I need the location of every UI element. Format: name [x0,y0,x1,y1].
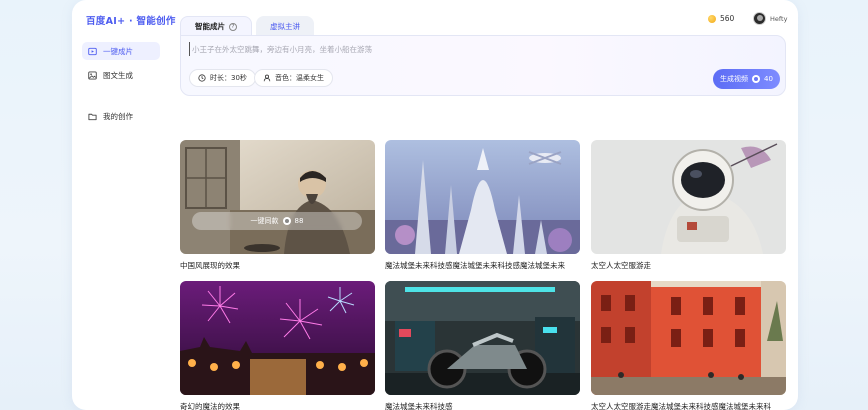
card-caption: 魔法城堡未来科技感 [385,402,453,410]
tab-virtual-presenter[interactable]: 虚拟主讲 [256,16,314,36]
card-thumbnail-magic-castle [385,140,580,254]
card-caption: 中国风展现的效果 [180,261,240,270]
prompt-panel: 时长：30秒 音色：温柔女生 生成视频 40 [180,35,786,96]
card-caption: 魔法城堡未来科技感魔法城堡未来科技感魔法城堡未来 [385,261,565,270]
coin-count: 560 [720,14,735,23]
card-thumbnail-magic-fireworks [180,281,375,395]
generate-cost: 40 [764,75,773,83]
sidebar: 百度AI+ · 智能创作 一键成片 图文生成 我的创作 [72,0,175,410]
tab-label: 智能成片 [195,22,225,31]
overlay-cost: 88 [294,217,304,225]
person-icon [263,74,271,82]
card-thumbnail-red-building [591,281,786,395]
card-caption: 奇幻的魔法的效果 [180,402,240,410]
user-name: Hefty [770,14,788,23]
film-icon [88,47,97,56]
coin-icon [282,217,291,225]
card-thumbnail-chinese-scholar: 一键同款 88 [180,140,375,254]
card-caption: 太空人太空服游走魔法城堡未来科技感魔法城堡未来科 [591,402,771,410]
card-caption: 太空人太空服游走 [591,261,651,270]
generate-video-button[interactable]: 生成视频 40 [713,69,780,89]
image-icon [88,70,97,80]
voice-label: 音色：温柔女生 [275,74,324,82]
card-thumbnail-astronaut [591,140,786,254]
help-icon[interactable]: ? [229,22,237,31]
clock-icon [198,74,206,82]
same-style-button[interactable]: 一键同款 88 [192,212,362,230]
scholar-painting-image [180,140,375,254]
template-card[interactable]: 一键同款 88 中国风展现的效果 [180,140,375,271]
mode-tabs: 智能成片 ? 虚拟主讲 [180,16,314,36]
generate-label: 生成视频 [720,75,749,83]
fireworks-image [180,281,375,395]
castle-image [385,140,580,254]
template-card[interactable]: 魔法城堡未来科技感魔法城堡未来科技感魔法城堡未来 [385,140,580,271]
folder-icon [88,112,97,121]
astronaut-image [591,140,786,254]
prompt-input[interactable] [189,42,709,56]
sidebar-item-label: 一键成片 [103,46,133,56]
template-card[interactable]: 太空人太空服游走 [591,140,786,271]
sidebar-item-label: 图文生成 [103,70,133,80]
template-card[interactable]: 太空人太空服游走魔法城堡未来科技感魔法城堡未来科 [591,281,786,410]
template-card[interactable]: 奇幻的魔法的效果 [180,281,375,410]
user-menu[interactable]: Hefty [753,12,787,25]
avatar [753,12,766,25]
coin-icon [752,75,761,83]
brand-logo[interactable]: 百度AI+ · 智能创作 [86,13,176,27]
sidebar-item-one-click-video[interactable]: 一键成片 [82,42,160,60]
duration-label: 时长：30秒 [210,74,247,82]
sidebar-item-my-creations[interactable]: 我的创作 [82,107,160,125]
duration-selector[interactable]: 时长：30秒 [189,69,256,87]
voice-selector[interactable]: 音色：温柔女生 [254,69,333,87]
app-window: 百度AI+ · 智能创作 一键成片 图文生成 我的创作 560 Hefty 智能… [72,0,798,410]
card-thumbnail-cyber-bike [385,281,580,395]
coin-icon [708,14,716,23]
motorcycle-image [385,281,580,395]
sidebar-item-label: 我的创作 [103,111,133,121]
building-image [591,281,786,395]
template-card[interactable]: 魔法城堡未来科技感 [385,281,580,410]
overlay-label: 一键同款 [250,217,279,225]
tab-label: 虚拟主讲 [270,21,300,31]
coin-balance[interactable]: 560 [708,14,734,23]
tab-smart-video[interactable]: 智能成片 ? [180,16,252,36]
sidebar-item-image-text[interactable]: 图文生成 [82,66,160,84]
